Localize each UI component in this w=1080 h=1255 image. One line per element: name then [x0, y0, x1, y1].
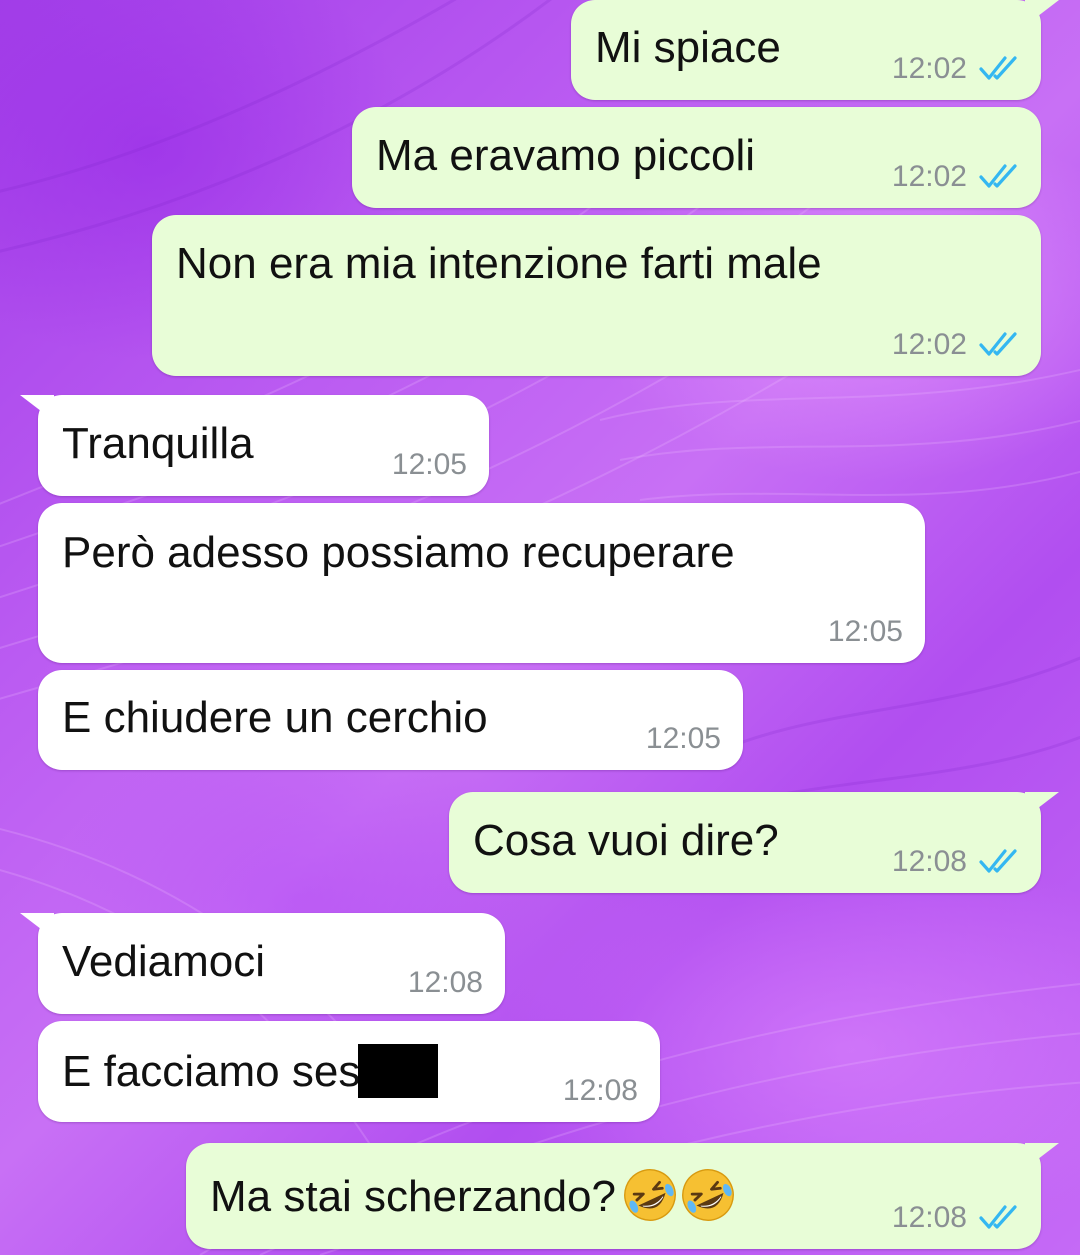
message-bubble-outgoing[interactable]: Ma stai scherzando? 12:08 — [186, 1143, 1059, 1249]
double-check-icon — [979, 56, 1017, 80]
message-time: 12:02 — [891, 160, 967, 193]
message-bubble-incoming[interactable]: E facciamo ses 12:08 — [38, 1021, 660, 1122]
message-time: 12:05 — [645, 722, 721, 755]
message-text: Ma eravamo piccoli — [376, 131, 756, 180]
message-time: 12:02 — [891, 328, 967, 361]
message-bubble-outgoing[interactable]: Mi spiace 12:02 — [571, 0, 1059, 100]
message-text: E facciamo ses — [62, 1044, 439, 1098]
message-text: Però adesso possiamo recuperare — [62, 528, 735, 577]
double-check-icon — [979, 1205, 1017, 1229]
rolling-on-floor-laughing-emoji — [682, 1169, 734, 1221]
message-text: Mi spiace — [595, 23, 781, 72]
redaction-block — [358, 1044, 439, 1098]
message-text: E chiudere un cerchio — [62, 693, 488, 742]
message-time: 12:08 — [891, 845, 967, 878]
message-time: 12:05 — [391, 448, 467, 481]
message-time: 12:08 — [407, 966, 483, 999]
double-check-icon — [979, 849, 1017, 873]
message-text: Ma stai scherzando? — [210, 1167, 736, 1223]
message-bubble-outgoing[interactable]: Non era mia intenzione farti male 12:02 — [152, 215, 1041, 376]
rolling-on-floor-laughing-emoji — [624, 1169, 676, 1221]
message-time: 12:08 — [562, 1074, 638, 1107]
double-check-icon — [979, 164, 1017, 188]
message-time: 12:08 — [891, 1201, 967, 1234]
message-bubble-incoming[interactable]: E chiudere un cerchio 12:05 — [38, 670, 743, 770]
message-text-visible: E facciamo ses — [62, 1047, 361, 1096]
message-text: Cosa vuoi dire? — [473, 816, 779, 865]
message-time: 12:02 — [891, 52, 967, 85]
message-text: Tranquilla — [62, 419, 254, 468]
message-bubble-incoming[interactable]: Tranquilla 12:05 — [20, 395, 489, 496]
message-text-visible: Ma stai scherzando? — [210, 1172, 616, 1221]
message-bubble-incoming[interactable]: Vediamoci 12:08 — [20, 913, 505, 1014]
message-text: Vediamoci — [62, 937, 266, 986]
message-time: 12:05 — [827, 615, 903, 648]
message-text: Non era mia intenzione farti male — [176, 239, 822, 288]
message-bubble-outgoing[interactable]: Ma eravamo piccoli 12:02 — [352, 107, 1041, 208]
message-bubble-incoming[interactable]: Però adesso possiamo recuperare 12:05 — [38, 503, 925, 663]
double-check-icon — [979, 332, 1017, 356]
message-bubble-outgoing[interactable]: Cosa vuoi dire? 12:08 — [449, 792, 1059, 893]
